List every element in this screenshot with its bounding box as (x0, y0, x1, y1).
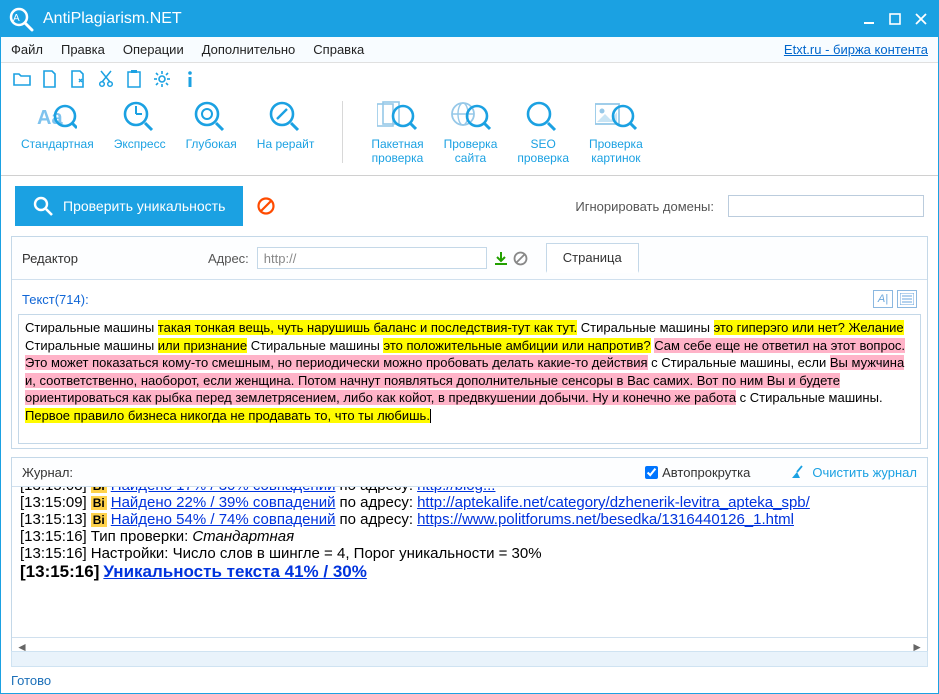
journal-title: Журнал: (22, 465, 73, 480)
block-icon[interactable] (513, 251, 528, 266)
menu-help[interactable]: Справка (313, 42, 364, 57)
menu-edit[interactable]: Правка (61, 42, 105, 57)
action-bar: Проверить уникальность Игнорировать доме… (1, 176, 938, 236)
text-editor[interactable]: Стиральные машины такая тонкая вещь, чут… (18, 314, 921, 444)
check-uniqueness-button[interactable]: Проверить уникальность (15, 186, 243, 226)
site-label: Проверка сайта (444, 137, 498, 165)
app-title: AntiPlagiarism.NET (43, 10, 858, 28)
journal-panel: Журнал: Автопрокрутка Очистить журнал [1… (11, 457, 928, 656)
font-mode-icon[interactable]: A| (873, 290, 893, 308)
mode-rewrite-label: На рерайт (257, 137, 315, 151)
ribbon: Aa Стандартная Экспресс Глубокая На рера… (1, 91, 938, 176)
download-icon[interactable] (493, 250, 509, 266)
editor-panel: Редактор Адрес: Страница Текст(714): A| … (11, 236, 928, 449)
minimize-button[interactable] (858, 8, 880, 30)
mode-standard-label: Стандартная (21, 137, 94, 151)
close-button[interactable] (910, 8, 932, 30)
journal-body: [13:15:08] Bi Найдено 17% / 30% совпаден… (12, 487, 927, 637)
new-doc-icon[interactable] (41, 70, 59, 88)
maximize-button[interactable] (884, 8, 906, 30)
titlebar: A AntiPlagiarism.NET (1, 1, 938, 37)
menu-additional[interactable]: Дополнительно (202, 42, 296, 57)
deep-icon (193, 99, 229, 135)
stop-icon[interactable] (257, 197, 275, 215)
svg-text:A: A (13, 13, 20, 24)
mode-rewrite[interactable]: На рерайт (247, 97, 325, 167)
standard-icon: Aa (37, 99, 77, 135)
mode-express-label: Экспресс (114, 137, 166, 151)
save-icon[interactable] (69, 70, 87, 88)
rewrite-icon (268, 99, 304, 135)
ignore-domains-input[interactable] (728, 195, 924, 217)
seo-check[interactable]: SEO проверка (507, 97, 579, 167)
progress-bar (11, 651, 928, 667)
search-icon (33, 196, 53, 216)
broom-icon (790, 464, 806, 480)
seo-label: SEO проверка (517, 137, 569, 165)
etxt-link[interactable]: Etxt.ru - биржа контента (784, 42, 928, 57)
autoscroll-input[interactable] (645, 466, 658, 479)
status-bar: Готово (1, 651, 938, 694)
editor-title: Редактор (22, 251, 78, 266)
autoscroll-label: Автопрокрутка (662, 465, 750, 480)
status-text: Готово (1, 671, 938, 694)
site-check[interactable]: Проверка сайта (434, 97, 508, 167)
layout-mode-icon[interactable] (897, 290, 917, 308)
menubar: Файл Правка Операции Дополнительно Справ… (1, 37, 938, 63)
batch-icon (377, 99, 417, 135)
image-label: Проверка картинок (589, 137, 643, 165)
ignore-domains-label: Игнорировать домены: (575, 199, 714, 214)
menu-file[interactable]: Файл (11, 42, 43, 57)
clear-journal-button[interactable]: Очистить журнал (790, 464, 917, 480)
info-icon[interactable] (181, 70, 199, 88)
batch-check[interactable]: Пакетная проверка (361, 97, 433, 167)
mode-deep[interactable]: Глубокая (176, 97, 247, 167)
mode-express[interactable]: Экспресс (104, 97, 176, 167)
site-icon (451, 99, 491, 135)
address-label: Адрес: (208, 251, 249, 266)
express-icon (122, 99, 158, 135)
cut-icon[interactable] (97, 70, 115, 88)
page-tab[interactable]: Страница (546, 243, 639, 273)
image-icon (595, 99, 637, 135)
mode-deep-label: Глубокая (186, 137, 237, 151)
autoscroll-checkbox[interactable]: Автопрокрутка (645, 465, 750, 480)
icon-toolbar (1, 63, 938, 91)
clear-journal-label: Очистить журнал (812, 465, 917, 480)
seo-icon (525, 99, 561, 135)
check-btn-label: Проверить уникальность (63, 198, 225, 214)
address-input[interactable] (257, 247, 487, 269)
open-folder-icon[interactable] (13, 70, 31, 88)
image-check[interactable]: Проверка картинок (579, 97, 653, 167)
app-logo-icon: A (7, 5, 35, 33)
settings-icon[interactable] (153, 70, 171, 88)
batch-label: Пакетная проверка (371, 137, 423, 165)
text-count-label: Текст(714): (22, 292, 89, 307)
paste-icon[interactable] (125, 70, 143, 88)
mode-standard[interactable]: Aa Стандартная (11, 97, 104, 167)
menu-operations[interactable]: Операции (123, 42, 184, 57)
